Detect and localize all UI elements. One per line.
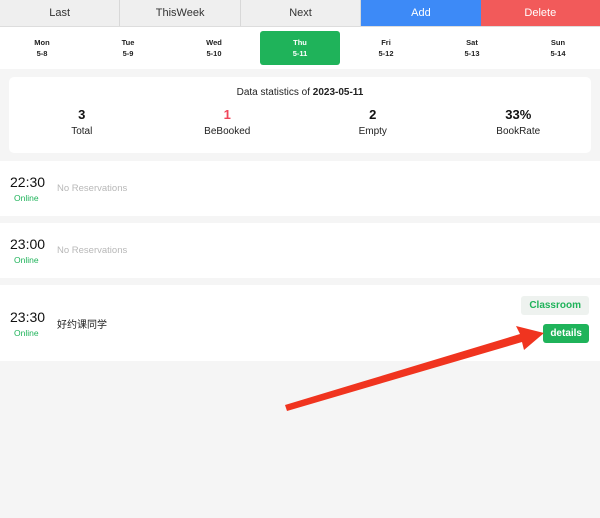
day-date: 5-11 bbox=[292, 49, 308, 58]
stats-title: Data statistics of 2023-05-11 bbox=[9, 87, 591, 98]
stat-total: 3 Total bbox=[12, 107, 152, 137]
stat-booked-label: BeBooked bbox=[204, 126, 251, 137]
slot-time: 23:00 bbox=[10, 236, 46, 252]
stats-card: Data statistics of 2023-05-11 3 Total 1 … bbox=[9, 77, 591, 153]
stat-rate-value: 33% bbox=[505, 107, 532, 122]
day-thu[interactable]: Thu 5-11 bbox=[260, 31, 340, 65]
stat-empty: 2 Empty bbox=[303, 107, 443, 137]
day-date: 5-13 bbox=[464, 49, 480, 58]
slot-text: No Reservations bbox=[57, 245, 128, 256]
slot-text: No Reservations bbox=[57, 183, 128, 194]
day-tue[interactable]: Tue 5-9 bbox=[88, 31, 168, 65]
details-button[interactable]: details bbox=[543, 324, 589, 343]
stat-total-label: Total bbox=[71, 126, 93, 137]
slot-2330: 23:30 Online 好约课同学 Classroom details bbox=[0, 285, 600, 361]
stat-total-value: 3 bbox=[78, 107, 86, 122]
next-week-button[interactable]: Next bbox=[240, 0, 362, 26]
day-name: Wed bbox=[206, 38, 222, 47]
day-name: Sat bbox=[466, 38, 478, 47]
day-wed[interactable]: Wed 5-10 bbox=[174, 31, 254, 65]
day-name: Mon bbox=[34, 38, 50, 47]
day-name: Thu bbox=[293, 38, 307, 47]
slot-2300: 23:00 Online No Reservations bbox=[0, 223, 600, 278]
delete-button[interactable]: Delete bbox=[480, 0, 600, 26]
stat-booked: 1 BeBooked bbox=[157, 107, 297, 137]
slot-2230: 22:30 Online No Reservations bbox=[0, 161, 600, 216]
day-fri[interactable]: Fri 5-12 bbox=[346, 31, 426, 65]
slot-time-block: 23:00 Online bbox=[0, 236, 54, 265]
week-strip: Mon 5-8 Tue 5-9 Wed 5-10 Thu 5-11 Fri 5-… bbox=[0, 27, 600, 69]
day-date: 5-10 bbox=[206, 49, 222, 58]
day-name: Fri bbox=[381, 38, 391, 47]
day-sat[interactable]: Sat 5-13 bbox=[432, 31, 512, 65]
stats-section: Data statistics of 2023-05-11 3 Total 1 … bbox=[0, 69, 600, 161]
stat-rate-label: BookRate bbox=[496, 126, 541, 137]
day-date: 5-12 bbox=[378, 49, 394, 58]
toolbar: Last ThisWeek Next Add Delete bbox=[0, 0, 600, 27]
stat-rate: 33% BookRate bbox=[448, 107, 588, 137]
last-week-button[interactable]: Last bbox=[0, 0, 121, 26]
stat-booked-value: 1 bbox=[223, 107, 231, 122]
slot-status: Online bbox=[14, 255, 39, 265]
day-mon[interactable]: Mon 5-8 bbox=[2, 31, 82, 65]
add-button[interactable]: Add bbox=[361, 0, 481, 26]
slot-time: 23:30 bbox=[10, 308, 46, 325]
stats-row: 3 Total 1 BeBooked 2 Empty 33% BookRate bbox=[9, 107, 591, 137]
day-date: 5-14 bbox=[550, 49, 566, 58]
day-date: 5-9 bbox=[122, 49, 134, 58]
stats-title-prefix: Data statistics of bbox=[236, 87, 310, 98]
day-name: Sun bbox=[550, 38, 566, 47]
stats-title-date: 2023-05-11 bbox=[312, 87, 364, 98]
slot-time-block: 22:30 Online bbox=[0, 174, 54, 203]
day-name: Tue bbox=[121, 38, 135, 47]
day-sun[interactable]: Sun 5-14 bbox=[518, 31, 598, 65]
day-date: 5-8 bbox=[36, 49, 48, 58]
stat-empty-label: Empty bbox=[358, 126, 387, 137]
classroom-button[interactable]: Classroom bbox=[521, 296, 589, 315]
slot-student-name: 好约课同学 bbox=[57, 319, 107, 331]
stat-empty-value: 2 bbox=[369, 107, 377, 122]
this-week-button[interactable]: ThisWeek bbox=[120, 0, 241, 26]
slot-status: Online bbox=[14, 193, 39, 203]
slot-time-block: 23:30 Online bbox=[0, 309, 54, 338]
slot-time: 22:30 bbox=[10, 174, 46, 190]
slot-status: Online bbox=[14, 327, 39, 338]
